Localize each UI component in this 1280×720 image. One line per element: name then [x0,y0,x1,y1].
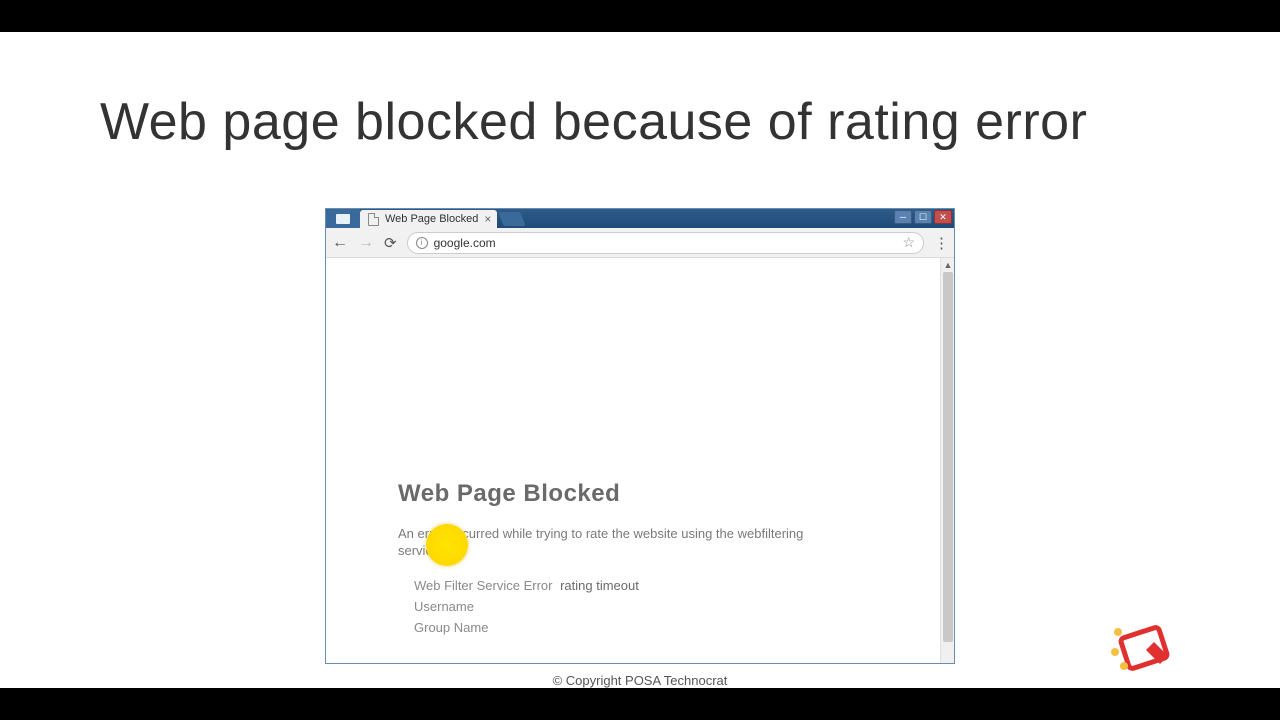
reload-button[interactable]: ⟳ [384,234,397,252]
block-heading: Web Page Blocked [398,480,848,508]
scroll-up-arrow[interactable]: ▲ [941,258,955,272]
browser-titlebar: Web Page Blocked × ─ ☐ ✕ [326,209,954,228]
browser-menu-button[interactable]: ⋮ [934,234,948,252]
url-text: google.com [434,236,897,250]
presentation-slide: Web page blocked because of rating error… [0,32,1280,688]
forward-button: → [358,234,374,252]
back-button[interactable]: ← [332,234,348,252]
url-input[interactable]: i google.com ☆ [407,232,924,254]
bookmark-star-icon[interactable]: ☆ [902,234,915,251]
address-bar: ← → ⟳ i google.com ☆ ⋮ [326,228,954,258]
block-details: Web Filter Service Error rating timeout … [414,578,848,635]
window-controls: ─ ☐ ✕ [894,210,952,224]
browser-tab[interactable]: Web Page Blocked × [360,210,497,228]
block-page-content: Web Page Blocked An error occurred while… [398,480,848,641]
new-tab-button[interactable] [499,212,526,226]
tab-strip: Web Page Blocked × [326,209,523,228]
detail-row: Username [414,599,848,614]
scroll-thumb[interactable] [943,272,953,642]
close-tab-icon[interactable]: × [484,212,491,226]
site-info-icon[interactable]: i [416,237,428,249]
detail-value: rating timeout [560,578,639,593]
maximize-button[interactable]: ☐ [914,210,932,224]
cursor-highlight [426,524,468,566]
detail-row: Group Name [414,620,848,635]
minimize-button[interactable]: ─ [894,210,912,224]
tab-label: Web Page Blocked [385,213,478,225]
channel-logo [1110,618,1180,676]
slide-footer: © Copyright POSA Technocrat [553,673,728,688]
page-icon [368,213,379,226]
vertical-scrollbar[interactable]: ▲ [940,258,954,663]
page-viewport: Web Page Blocked An error occurred while… [326,258,954,663]
close-window-button[interactable]: ✕ [934,210,952,224]
window-system-icon [326,209,360,228]
slide-title: Web page blocked because of rating error [100,92,1087,152]
browser-window: Web Page Blocked × ─ ☐ ✕ ← → ⟳ i google.… [325,208,955,664]
detail-label: Group Name [414,620,488,635]
detail-row: Web Filter Service Error rating timeout [414,578,848,593]
detail-label: Web Filter Service Error [414,578,552,593]
detail-label: Username [414,599,474,614]
